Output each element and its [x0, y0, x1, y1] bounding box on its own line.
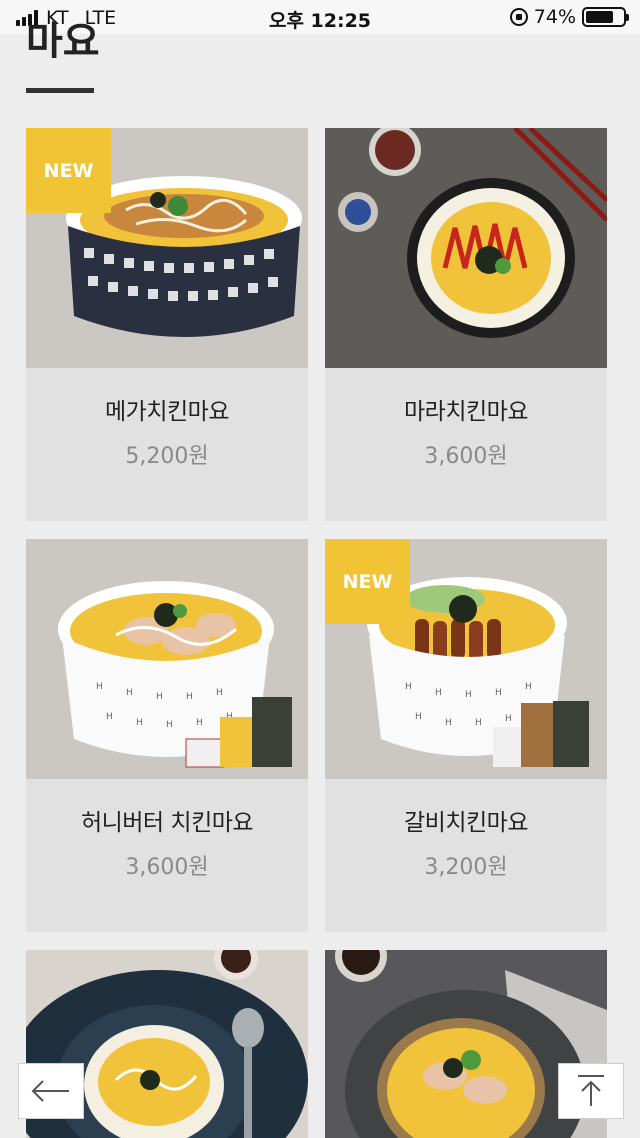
svg-text:H: H	[216, 688, 223, 698]
product-price: 5,200원	[125, 444, 209, 469]
svg-text:H: H	[465, 690, 472, 700]
new-badge: NEW	[325, 539, 410, 624]
svg-text:H: H	[495, 688, 502, 698]
product-info[interactable]: 허니버터 치킨마요 3,600원	[26, 779, 308, 932]
new-badge: NEW	[26, 128, 111, 213]
status-right: 74%	[509, 6, 629, 28]
svg-text:H: H	[126, 688, 133, 698]
svg-text:H: H	[415, 712, 422, 722]
battery-icon	[582, 7, 629, 27]
title-underline	[26, 88, 94, 93]
svg-text:H: H	[196, 718, 203, 728]
scroll-top-icon	[578, 1075, 604, 1106]
orientation-lock-icon	[509, 8, 528, 26]
product-info[interactable]: 마라치킨마요 3,600원	[325, 368, 607, 521]
product-price: 3,200원	[424, 855, 508, 880]
battery-percent: 74%	[533, 6, 576, 28]
svg-text:H: H	[435, 688, 442, 698]
arrow-left-icon	[31, 1080, 69, 1102]
product-info[interactable]: 메가치킨마요 5,200원	[26, 368, 308, 521]
product-price: 3,600원	[125, 855, 209, 880]
svg-text:H: H	[186, 692, 193, 702]
product-image[interactable]: NEW	[26, 128, 308, 368]
svg-text:H: H	[405, 682, 412, 692]
svg-text:H: H	[525, 682, 532, 692]
product-card[interactable]: H H H H H H H H H NEW 갈비치킨마요 3,200원	[325, 539, 607, 932]
product-price: 3,600원	[424, 444, 508, 469]
svg-text:H: H	[136, 718, 143, 728]
product-info[interactable]: 갈비치킨마요 3,200원	[325, 779, 607, 932]
svg-text:H: H	[505, 714, 512, 724]
svg-text:H: H	[166, 720, 173, 730]
product-name: 갈비치킨마요	[404, 810, 528, 836]
svg-text:H: H	[475, 718, 482, 728]
product-card[interactable]: 마라치킨마요 3,600원	[325, 128, 607, 521]
product-image[interactable]	[325, 128, 607, 368]
section-title: 마요	[26, 19, 100, 58]
product-name: 마라치킨마요	[404, 399, 528, 425]
product-image[interactable]: HHHH HHHH HH	[26, 539, 308, 779]
product-name: 메가치킨마요	[105, 399, 229, 425]
svg-text:H: H	[96, 682, 103, 692]
svg-text:H: H	[445, 718, 452, 728]
product-card[interactable]: NEW 메가치킨마요 5,200원	[26, 128, 308, 521]
scroll-top-button[interactable]	[558, 1063, 624, 1119]
product-name: 허니버터 치킨마요	[80, 810, 254, 836]
svg-text:H: H	[156, 692, 163, 702]
battery-fill	[586, 11, 613, 23]
product-image[interactable]: H H H H H H H H H NEW	[325, 539, 607, 779]
product-card[interactable]: HHHH HHHH HH 허니버터 치킨마요 3,600원	[26, 539, 308, 932]
back-button[interactable]	[18, 1063, 84, 1119]
svg-text:H: H	[106, 712, 113, 722]
